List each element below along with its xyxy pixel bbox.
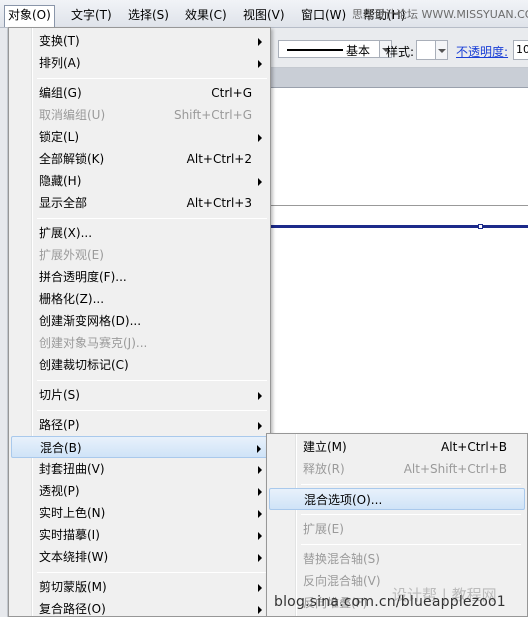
- menu-separator: [37, 572, 267, 573]
- menu-item-compound-path[interactable]: 复合路径(O): [11, 598, 268, 617]
- menu-type[interactable]: 文字(T): [68, 6, 115, 24]
- menu-item-expand[interactable]: 扩展(X)...: [11, 222, 268, 244]
- stroke-style-dropdown[interactable]: 基本: [278, 40, 380, 58]
- submenu-arrow-icon: [258, 466, 262, 474]
- object-menu: 变换(T) 排列(A) 编组(G) Ctrl+G 取消编组(U) Shift+Ctr…: [8, 27, 271, 617]
- menu-window[interactable]: 窗口(W): [298, 6, 349, 24]
- guide-line: [270, 205, 528, 206]
- submenu-arrow-icon: [258, 422, 262, 430]
- menu-item-envelope-distort[interactable]: 封套扭曲(V): [11, 458, 268, 480]
- menu-separator: [301, 544, 521, 545]
- menu-item-slice[interactable]: 切片(S): [11, 384, 268, 406]
- menu-separator: [37, 218, 267, 219]
- menu-bar: 对象(O) 文字(T) 选择(S) 效果(C) 视图(V) 窗口(W) 帮助(H…: [0, 0, 528, 28]
- stroke-line-preview: [287, 49, 343, 51]
- menu-item-blend[interactable]: 混合(B): [11, 436, 268, 458]
- submenu-arrow-icon: [258, 60, 262, 68]
- menu-effect[interactable]: 效果(C): [182, 6, 230, 24]
- menu-view[interactable]: 视图(V): [240, 6, 288, 24]
- submenu-arrow-icon: [258, 134, 262, 142]
- menu-item-perspective[interactable]: 透视(P): [11, 480, 268, 502]
- stroke-style-label: 基本: [346, 44, 371, 58]
- menu-item-ungroup[interactable]: 取消编组(U) Shift+Ctrl+G: [11, 104, 268, 126]
- menu-item-object-mosaic[interactable]: 创建对象马赛克(J)...: [11, 332, 268, 354]
- menu-item-hide[interactable]: 隐藏(H): [11, 170, 268, 192]
- chevron-down-icon[interactable]: [436, 40, 448, 60]
- submenu-item-release[interactable]: 释放(R) Alt+Shift+Ctrl+B: [269, 458, 525, 480]
- menu-item-text-wrap[interactable]: 文本绕排(W): [11, 546, 268, 568]
- submenu-item-expand[interactable]: 扩展(E): [269, 518, 525, 540]
- submenu-arrow-icon: [258, 392, 262, 400]
- menu-item-path[interactable]: 路径(P): [11, 414, 268, 436]
- menu-separator: [301, 514, 521, 515]
- submenu-arrow-icon: [258, 532, 262, 540]
- anchor-point[interactable]: [478, 224, 483, 229]
- menu-item-unlock-all[interactable]: 全部解锁(K) Alt+Ctrl+2: [11, 148, 268, 170]
- control-bar: 基本 样式: 不透明度: 100: [270, 28, 528, 68]
- menu-item-expand-appearance[interactable]: 扩展外观(E): [11, 244, 268, 266]
- menu-separator: [37, 380, 267, 381]
- opacity-link[interactable]: 不透明度:: [456, 43, 508, 60]
- submenu-arrow-icon: [258, 510, 262, 518]
- menu-separator: [37, 410, 267, 411]
- menu-item-rasterize[interactable]: 栅格化(Z)...: [11, 288, 268, 310]
- menu-select[interactable]: 选择(S): [125, 6, 172, 24]
- menu-separator: [301, 484, 521, 485]
- menu-item-live-paint[interactable]: 实时上色(N): [11, 502, 268, 524]
- submenu-item-replace-spine[interactable]: 替换混合轴(S): [269, 548, 525, 570]
- submenu-arrow-icon: [258, 554, 262, 562]
- menu-item-group[interactable]: 编组(G) Ctrl+G: [11, 82, 268, 104]
- submenu-item-make[interactable]: 建立(M) Alt+Ctrl+B: [269, 436, 525, 458]
- menu-item-transform[interactable]: 变换(T): [11, 30, 268, 52]
- menu-item-crop-marks[interactable]: 创建裁切标记(C): [11, 354, 268, 376]
- selected-path[interactable]: [270, 225, 528, 228]
- graphic-style-swatch[interactable]: [416, 40, 436, 60]
- menu-separator: [37, 78, 267, 79]
- submenu-arrow-icon: [258, 38, 262, 46]
- submenu-arrow-icon: [257, 445, 261, 453]
- menu-item-flatten-transparency[interactable]: 拼合透明度(F)...: [11, 266, 268, 288]
- watermark-url: blog.sina.com.cn/blueapplezoo1: [274, 594, 506, 610]
- watermark-text: 思缘设计论坛 WWW.MISSYUAN.COM: [352, 8, 528, 21]
- menu-object[interactable]: 对象(O): [4, 5, 55, 27]
- submenu-arrow-icon: [258, 584, 262, 592]
- submenu-arrow-icon: [258, 178, 262, 186]
- tools-panel-edge: [0, 28, 8, 617]
- submenu-arrow-icon: [258, 488, 262, 496]
- style-label: 样式:: [386, 45, 415, 59]
- submenu-item-blend-options[interactable]: 混合选项(O)...: [269, 488, 525, 510]
- document-tab-strip: [270, 68, 528, 88]
- menu-item-arrange[interactable]: 排列(A): [11, 52, 268, 74]
- menu-item-show-all[interactable]: 显示全部 Alt+Ctrl+3: [11, 192, 268, 214]
- menu-item-live-trace[interactable]: 实时描摹(I): [11, 524, 268, 546]
- menu-item-clipping-mask[interactable]: 剪切蒙版(M): [11, 576, 268, 598]
- submenu-arrow-icon: [258, 606, 262, 614]
- menu-item-lock[interactable]: 锁定(L): [11, 126, 268, 148]
- opacity-input[interactable]: 100: [513, 40, 528, 60]
- menu-item-gradient-mesh[interactable]: 创建渐变网格(D)...: [11, 310, 268, 332]
